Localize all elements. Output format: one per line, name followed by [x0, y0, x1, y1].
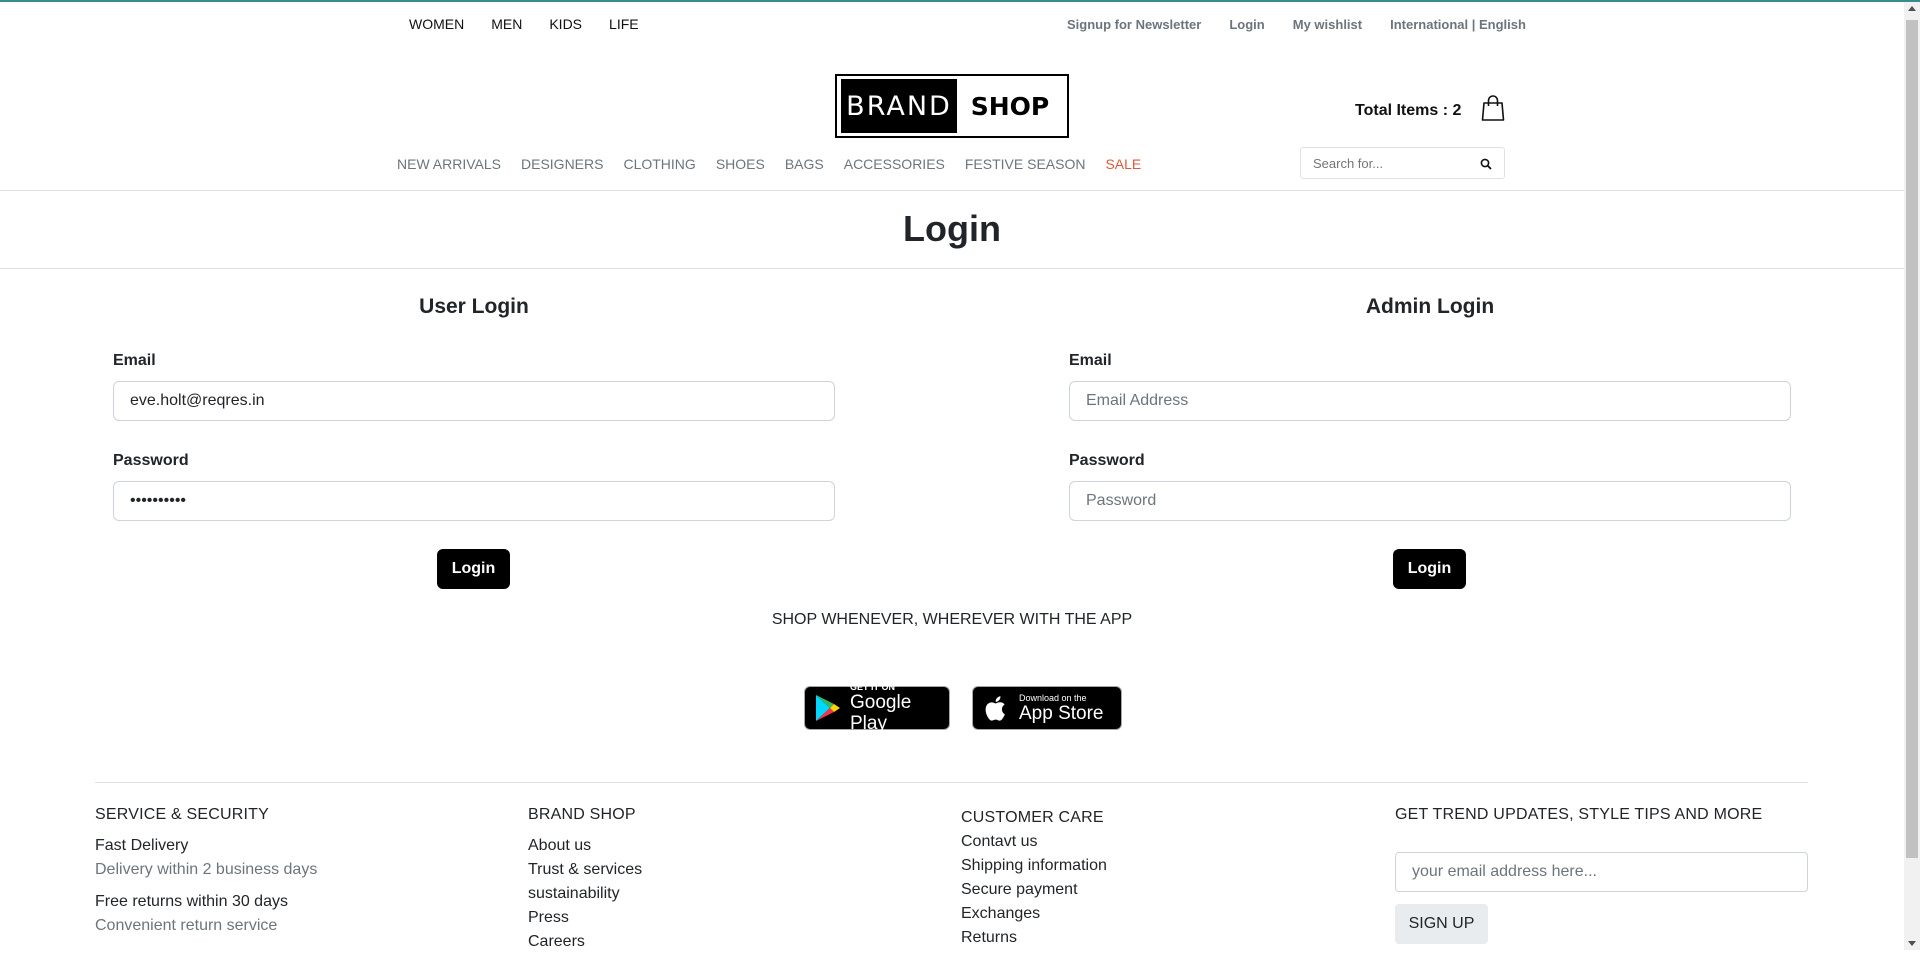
- search-icon[interactable]: [1480, 157, 1492, 175]
- nav-kids[interactable]: KIDS: [549, 16, 582, 32]
- cat-new-arrivals[interactable]: NEW ARRIVALS: [397, 156, 501, 172]
- user-login-title: User Login: [419, 295, 529, 318]
- cat-sale[interactable]: SALE: [1105, 156, 1141, 172]
- footer-link-about[interactable]: About us: [528, 834, 642, 858]
- user-email-label: Email: [113, 352, 156, 369]
- search-box: [1300, 147, 1505, 179]
- footer-link-press[interactable]: Press: [528, 906, 642, 930]
- scrollbar-thumb[interactable]: [1906, 20, 1918, 858]
- shopping-bag-icon[interactable]: [1481, 94, 1505, 127]
- footer-newsletter-heading: GET TREND UPDATES, STYLE TIPS AND MORE: [1395, 806, 1763, 823]
- apple-icon: [985, 694, 1009, 722]
- cat-designers[interactable]: DESIGNERS: [521, 156, 603, 172]
- footer-care-heading: CUSTOMER CARE: [961, 809, 1104, 826]
- footer-free-returns-sub: Convenient return service: [95, 917, 278, 934]
- cart[interactable]: Total Items : 2: [1355, 94, 1505, 127]
- header-divider: [0, 190, 1904, 191]
- google-play-big-text: Google Play: [850, 692, 912, 734]
- page-scrollbar[interactable]: [1904, 2, 1920, 950]
- title-divider: [0, 268, 1904, 269]
- login-link[interactable]: Login: [1229, 17, 1264, 32]
- app-store-small-text: Download on the: [1019, 692, 1087, 703]
- page-title: Login: [903, 208, 1001, 249]
- user-password-field[interactable]: [113, 481, 835, 521]
- cat-bags[interactable]: BAGS: [785, 156, 824, 172]
- footer-link-returns[interactable]: Returns: [961, 926, 1107, 950]
- footer-link-careers[interactable]: Careers: [528, 930, 642, 954]
- brand-logo[interactable]: BRAND SHOP: [835, 74, 1069, 138]
- footer-care-column: CUSTOMER CARE Contavt us Shipping inform…: [961, 806, 1107, 950]
- user-login-button[interactable]: Login: [437, 549, 510, 589]
- gender-nav: WOMEN MEN KIDS LIFE: [409, 16, 639, 32]
- google-play-icon: [814, 693, 842, 723]
- user-password-label: Password: [113, 452, 189, 469]
- locale-link[interactable]: International | English: [1390, 17, 1526, 32]
- admin-login-button[interactable]: Login: [1393, 549, 1466, 589]
- footer-service-column: SERVICE & SECURITY Fast Delivery Deliver…: [95, 806, 317, 938]
- newsletter-email-input[interactable]: [1395, 852, 1808, 892]
- footer-link-contact[interactable]: Contavt us: [961, 830, 1107, 854]
- footer-brand-column: BRAND SHOP About us Trust & services sus…: [528, 806, 642, 954]
- footer-fast-delivery-sub: Delivery within 2 business days: [95, 861, 318, 878]
- cat-accessories[interactable]: ACCESSORIES: [844, 156, 945, 172]
- google-play-small-text: GET IT ON: [850, 682, 895, 692]
- google-play-badge[interactable]: GET IT ON Google Play: [804, 682, 950, 734]
- app-store-badge[interactable]: Download on the App Store: [972, 686, 1122, 730]
- footer-free-returns: Free returns within 30 days: [95, 893, 288, 910]
- newsletter-signup-button[interactable]: SIGN UP: [1395, 904, 1488, 944]
- cat-festive-season[interactable]: FESTIVE SEASON: [965, 156, 1086, 172]
- cat-clothing[interactable]: CLOTHING: [623, 156, 695, 172]
- footer-link-trust[interactable]: Trust & services: [528, 858, 642, 882]
- logo-shop-text: SHOP: [970, 91, 1050, 121]
- scroll-down-arrow-icon[interactable]: [1908, 941, 1916, 946]
- footer-service-heading: SERVICE & SECURITY: [95, 806, 270, 823]
- logo-brand-text: BRAND: [841, 79, 957, 133]
- utility-nav: Signup for Newsletter Login My wishlist …: [1067, 17, 1526, 32]
- cat-shoes[interactable]: SHOES: [716, 156, 765, 172]
- scroll-up-arrow-icon[interactable]: [1908, 6, 1916, 11]
- footer-brand-heading: BRAND SHOP: [528, 806, 636, 823]
- admin-email-field[interactable]: [1069, 381, 1791, 421]
- newsletter-link[interactable]: Signup for Newsletter: [1067, 17, 1201, 32]
- category-nav: NEW ARRIVALS DESIGNERS CLOTHING SHOES BA…: [397, 156, 1141, 172]
- app-promo-text: SHOP WHENEVER, WHEREVER WITH THE APP: [771, 611, 1133, 628]
- admin-password-label: Password: [1069, 452, 1145, 469]
- footer-link-exchanges[interactable]: Exchanges: [961, 902, 1107, 926]
- footer-divider: [95, 782, 1808, 783]
- nav-men[interactable]: MEN: [491, 16, 522, 32]
- admin-login-title: Admin Login: [1365, 295, 1495, 318]
- admin-email-label: Email: [1069, 352, 1112, 369]
- nav-women[interactable]: WOMEN: [409, 16, 464, 32]
- user-email-field[interactable]: [113, 381, 835, 421]
- nav-life[interactable]: LIFE: [609, 16, 639, 32]
- footer-fast-delivery: Fast Delivery: [95, 837, 189, 854]
- app-store-big-text: App Store: [1019, 702, 1104, 724]
- wishlist-link[interactable]: My wishlist: [1293, 17, 1362, 32]
- cart-total-items: Total Items : 2: [1355, 101, 1462, 119]
- search-input[interactable]: [1301, 154, 1475, 172]
- footer-link-shipping[interactable]: Shipping information: [961, 854, 1107, 878]
- footer-link-sustainability[interactable]: sustainability: [528, 882, 642, 906]
- footer-link-secure-payment[interactable]: Secure payment: [961, 878, 1107, 902]
- admin-password-field[interactable]: [1069, 481, 1791, 521]
- top-bar: WOMEN MEN KIDS LIFE Signup for Newslette…: [0, 16, 1904, 38]
- footer-newsletter-column: GET TREND UPDATES, STYLE TIPS AND MORE: [1395, 806, 1762, 834]
